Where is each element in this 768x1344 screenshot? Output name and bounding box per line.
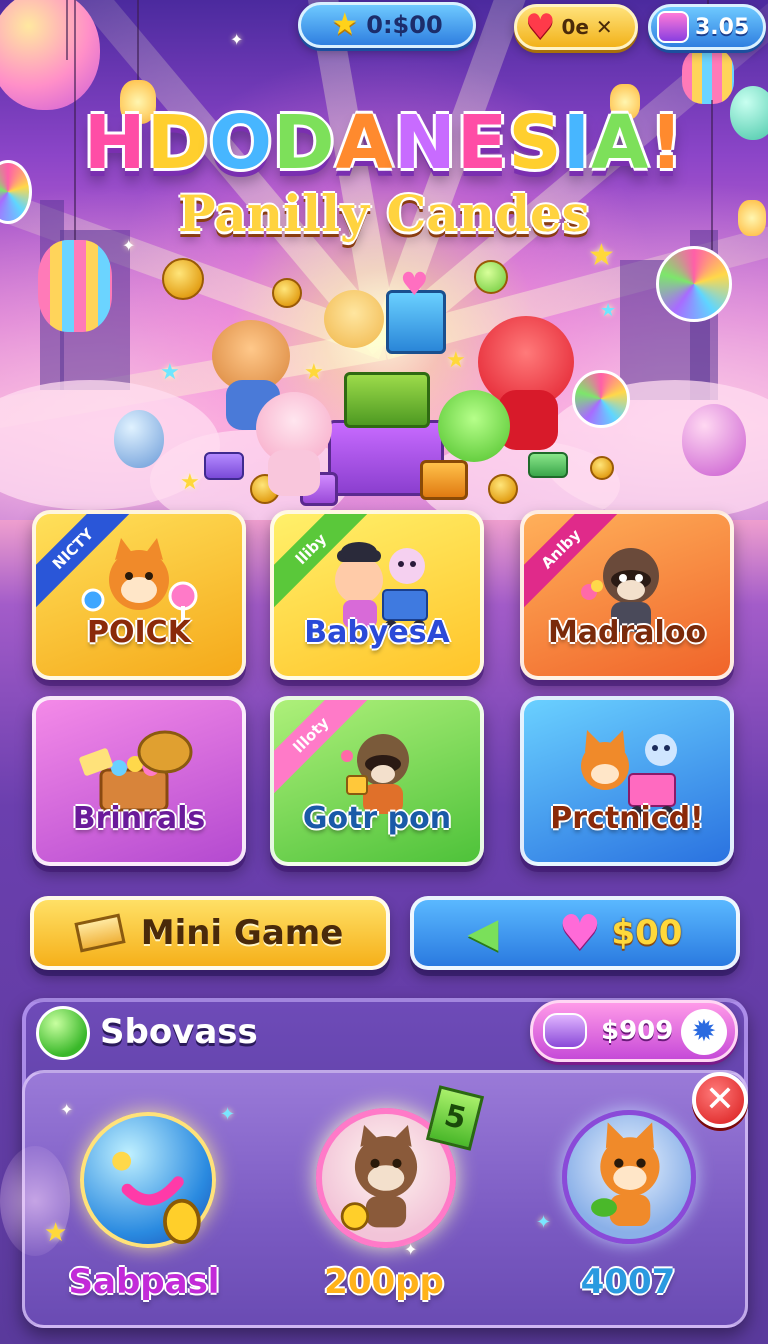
mode-card-label: Prctnicd! — [550, 801, 704, 836]
smiley-orb-icon — [112, 1151, 201, 1244]
lives-counter[interactable]: ♥ 0e ✕ — [514, 4, 638, 50]
candy-bag-icon — [543, 1013, 587, 1049]
green-blob-character — [438, 390, 510, 462]
title-letter: S — [508, 100, 563, 186]
panel-currency-value: $909 — [601, 1016, 674, 1046]
mode-card-label: BabyesA — [304, 615, 450, 650]
reward-label-3: 4007 — [580, 1262, 676, 1302]
hearts-shop-button[interactable]: ◀ ♥ $00 — [410, 896, 740, 970]
coin-counter[interactable]: ★ 0:$00 — [298, 2, 476, 48]
mini-game-button[interactable]: Mini Game — [30, 896, 390, 970]
cat-character-body — [268, 450, 320, 496]
star-icon: ★ — [446, 348, 466, 373]
title-letter: N — [393, 100, 457, 186]
balloon — [114, 410, 164, 468]
lollipop-icon — [656, 246, 732, 322]
sparkle-icon: ✦ — [60, 1100, 74, 1119]
balloon — [0, 0, 100, 110]
gems-counter[interactable]: 3.05 — [648, 4, 766, 50]
mode-card-2[interactable]: lliby BabyesA — [270, 510, 484, 680]
lantern-string — [66, 0, 68, 60]
cat-character — [324, 290, 384, 348]
title-letter: A — [591, 100, 650, 186]
green-cone-icon: ◀ — [467, 910, 499, 956]
sparkle-icon: ✦ — [220, 1104, 236, 1125]
reward-label-1: Sabpasl — [68, 1262, 220, 1302]
sparkle-icon: ✦ — [404, 1240, 418, 1259]
gift-box — [420, 460, 468, 500]
star-icon: ★ — [331, 7, 359, 42]
title-letter: D — [146, 100, 210, 186]
coin-icon — [162, 258, 204, 300]
heart-icon: ♥ — [558, 905, 602, 961]
star-icon: ★ — [304, 360, 324, 385]
coin-icon — [272, 278, 302, 308]
heart-icon: ♥ — [525, 7, 556, 47]
balloon — [682, 404, 746, 476]
game-subtitle: Panilly Candes — [178, 184, 590, 243]
lollipop-icon — [572, 370, 630, 428]
star-icon: ★ — [180, 470, 200, 495]
title-letter: H — [83, 100, 147, 186]
mode-card-6[interactable]: Prctnicd! — [520, 696, 734, 866]
mode-card-1[interactable]: NICTY POICK — [32, 510, 246, 680]
coin-icon — [590, 456, 614, 480]
close-icon[interactable]: ✕ — [692, 1072, 748, 1128]
settings-star-icon: ✹ — [681, 1009, 727, 1055]
gems-counter-value: 3.05 — [695, 14, 750, 40]
hearts-group: ♥ $00 — [558, 905, 682, 961]
reward-label-2: 200pp — [324, 1262, 444, 1302]
mode-card-label: POICK — [87, 615, 191, 650]
panel-currency-pill[interactable]: $909 ✹ — [530, 1000, 738, 1062]
coin-counter-value: 0:$00 — [366, 11, 443, 39]
game-title: HDODANESIA! — [0, 100, 768, 186]
lantern — [38, 240, 112, 332]
title-letter: D — [273, 100, 336, 186]
title-letter: I — [562, 100, 592, 186]
hearts-value: $00 — [611, 913, 683, 953]
card-item — [204, 452, 244, 480]
title-letter: O — [209, 100, 274, 186]
sparkle-icon: ✦ — [536, 1212, 552, 1233]
envelope-icon — [74, 913, 126, 953]
panel-title: Sbovass — [100, 1012, 258, 1052]
mini-game-label: Mini Game — [140, 913, 344, 953]
sparkle-icon: ✦ — [230, 30, 244, 49]
star-icon: ★ — [44, 1218, 68, 1248]
fox-leaf-icon — [591, 1122, 660, 1227]
coin-icon — [488, 474, 518, 504]
mode-card-3[interactable]: Anlby Madraloo — [520, 510, 734, 680]
lives-counter-value: 0e ✕ — [561, 15, 613, 39]
mode-card-label: Madraloo — [547, 615, 707, 650]
star-icon: ★ — [588, 238, 615, 273]
gem-icon — [657, 11, 689, 43]
heart-icon: ♥ — [400, 265, 429, 303]
title-letter: A — [335, 100, 394, 186]
title-letter: ! — [649, 100, 685, 186]
mode-card-label: Gotr pon — [302, 801, 452, 836]
lantern — [682, 48, 734, 104]
reward-orb-1[interactable] — [80, 1112, 216, 1248]
hero-scene: ★ ★ ★ ★ ★ ★ ✦ ✦ ♥ — [0, 0, 768, 520]
mode-card-label: Brinrals — [72, 801, 206, 836]
star-icon: ★ — [600, 300, 617, 321]
lantern-string — [137, 0, 139, 80]
reward-orb-3[interactable] — [562, 1110, 696, 1244]
mode-card-4[interactable]: Brinrals — [32, 696, 246, 866]
coin-icon — [474, 260, 508, 294]
chat-bubble-icon — [36, 1006, 90, 1060]
title-letter: E — [456, 100, 509, 186]
gift-box — [344, 372, 430, 428]
card-item — [528, 452, 568, 478]
star-icon: ★ — [160, 360, 180, 385]
mode-card-5[interactable]: llloty Gotr pon — [270, 696, 484, 866]
